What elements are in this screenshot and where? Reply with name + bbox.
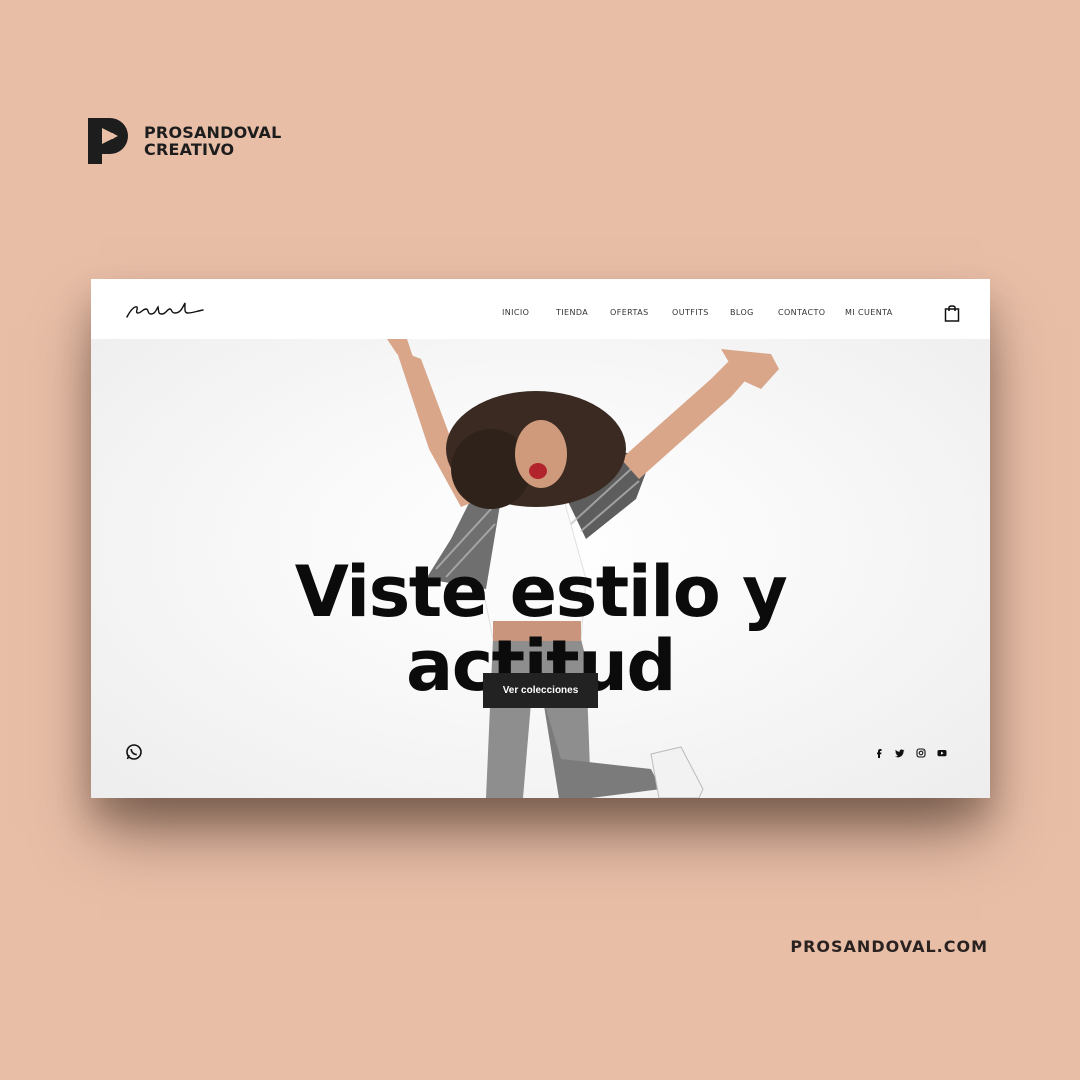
- whatsapp-icon[interactable]: [125, 743, 143, 761]
- footer-url[interactable]: PROSANDOVAL.COM: [790, 937, 988, 956]
- instagram-icon[interactable]: [916, 748, 926, 758]
- nav-item-ofertas[interactable]: OFERTAS: [610, 308, 649, 317]
- nav-item-blog[interactable]: BLOG: [730, 308, 754, 317]
- brand-name-line1: PROSANDOVAL: [144, 123, 282, 142]
- prosandoval-logo-icon: [88, 118, 128, 164]
- brand-name: PROSANDOVAL CREATIVO: [144, 124, 281, 158]
- nav-item-outfits[interactable]: OUTFITS: [672, 308, 709, 317]
- hero-section: Viste estilo y actitud Ver colecciones: [91, 339, 990, 798]
- brand-block: PROSANDOVAL CREATIVO: [88, 118, 281, 164]
- nav-item-contacto[interactable]: CONTACTO: [778, 308, 825, 317]
- brand-name-line2: CREATIVO: [144, 140, 235, 159]
- website-mockup: Viste estilo y actitud Ver colecciones I…: [91, 279, 990, 798]
- hero-headline-line1: Viste estilo y: [294, 551, 788, 633]
- view-collections-button[interactable]: Ver colecciones: [483, 673, 598, 708]
- social-links: [874, 748, 947, 758]
- nav-item-mi-cuenta[interactable]: MI CUENTA: [845, 308, 893, 317]
- shopping-bag-icon[interactable]: [944, 304, 960, 322]
- facebook-icon[interactable]: [874, 748, 884, 758]
- site-header: INICIO TIENDA OFERTAS OUTFITS BLOG CONTA…: [91, 279, 990, 339]
- youtube-icon[interactable]: [937, 748, 947, 758]
- main-nav: INICIO TIENDA OFERTAS OUTFITS BLOG CONTA…: [91, 308, 990, 320]
- nav-item-inicio[interactable]: INICIO: [502, 308, 529, 317]
- twitter-icon[interactable]: [895, 748, 905, 758]
- nav-item-tienda[interactable]: TIENDA: [556, 308, 588, 317]
